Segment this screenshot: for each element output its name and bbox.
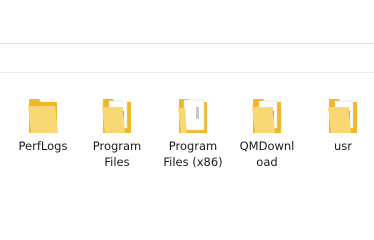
folder-label: usr xyxy=(333,139,352,153)
toolbar-area xyxy=(0,0,374,73)
folder-item-usr[interactable]: usr xyxy=(308,91,374,201)
folder-item-perflogs[interactable]: PerfLogs xyxy=(8,91,78,201)
folder-icon xyxy=(328,99,357,133)
folder-item-program-files[interactable]: Program Files xyxy=(82,91,152,201)
folder-label: PerfLogs xyxy=(18,139,68,153)
folder-label: Program Files xyxy=(92,139,142,169)
folder-icon xyxy=(178,99,207,133)
divider xyxy=(0,43,374,44)
folder-item-qmdownload[interactable]: QMDownl oad xyxy=(232,91,302,201)
folder-icon xyxy=(28,99,58,133)
file-list: PerfLogs Program Files Program Files (x8… xyxy=(0,73,374,211)
folder-icon xyxy=(102,99,131,133)
folder-item-program-files-x86[interactable]: Program Files (x86) xyxy=(158,91,228,201)
folder-icon xyxy=(252,99,281,133)
folder-label: QMDownl oad xyxy=(239,139,295,169)
folder-label: Program Files (x86) xyxy=(163,139,223,169)
